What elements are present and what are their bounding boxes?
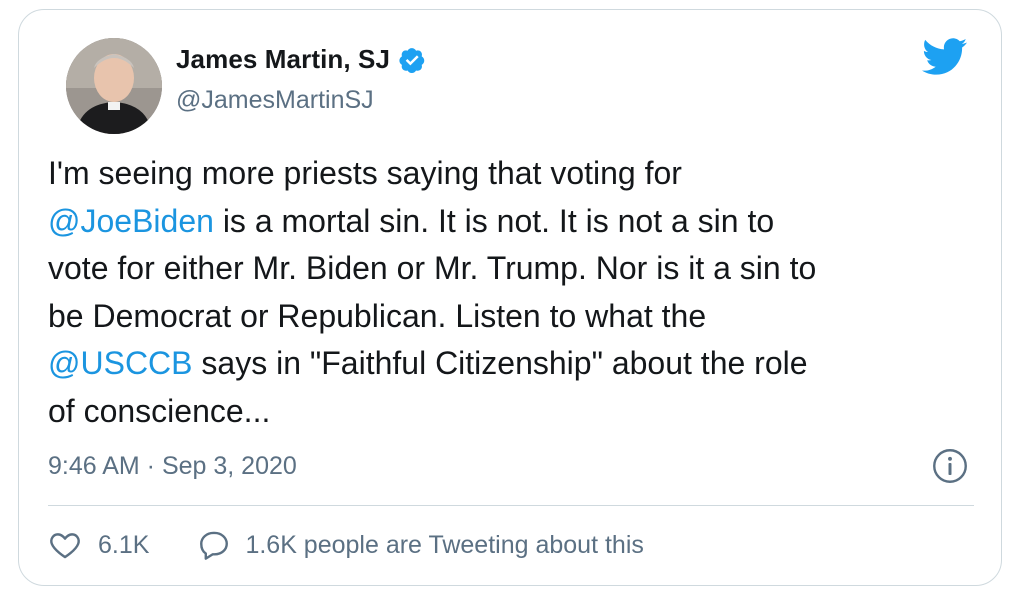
author-handle[interactable]: @JamesMartinSJ — [176, 86, 374, 115]
tweet-line: I'm seeing more priests saying that voti… — [48, 155, 682, 191]
mention-link[interactable]: @JoeBiden — [48, 203, 214, 239]
divider — [48, 505, 974, 506]
tweet-line: of conscience... — [48, 392, 271, 429]
tweet-line: be Democrat or Republican. Listen to wha… — [48, 297, 707, 334]
tweet-timestamp[interactable]: 9:46 AM · Sep 3, 2020 — [48, 452, 297, 481]
avatar[interactable] — [66, 38, 162, 134]
comment-bubble-icon — [200, 531, 229, 560]
heart-icon — [50, 533, 80, 559]
tweeting-about-button[interactable]: 1.6K people are Tweeting about this — [197, 528, 644, 562]
profile-photo — [66, 38, 162, 134]
like-count: 6.1K — [98, 530, 150, 559]
author-name-row[interactable]: James Martin, SJ — [176, 44, 426, 75]
mention-link[interactable]: @USCCB — [48, 345, 193, 381]
tweet-actions: 6.1K 1.6K people are Tweeting about this — [48, 528, 644, 562]
verified-badge-icon — [399, 47, 425, 73]
tweet-line: @USCCB says in "Faithful Citizenship" ab… — [48, 340, 978, 388]
tweet-line: vote for either Mr. Biden or Mr. Trump. … — [48, 250, 817, 286]
twitter-bird-icon[interactable] — [922, 38, 968, 76]
tweet-line: @JoeBiden is a mortal sin. It is not. It… — [48, 198, 978, 246]
author-name[interactable]: James Martin, SJ — [176, 44, 390, 75]
tweet-line-text: is a mortal sin. It is not. It is not a … — [213, 202, 775, 239]
tweeting-about-text: 1.6K people are Tweeting about this — [245, 530, 644, 559]
info-icon[interactable] — [932, 448, 968, 484]
like-button[interactable]: 6.1K — [48, 528, 149, 562]
tweet-text: I'm seeing more priests saying that voti… — [48, 150, 978, 435]
tweet-line-text: says in "Faithful Citizenship" about the… — [192, 345, 808, 381]
